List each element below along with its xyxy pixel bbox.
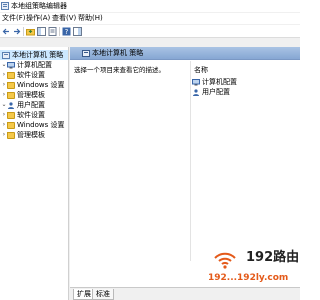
- gpedit-app-icon: [1, 2, 9, 10]
- tree-item-computer-windows[interactable]: › Windows 设置: [0, 80, 68, 90]
- tree-item-computer-admin[interactable]: › 管理模板: [0, 90, 68, 100]
- folder-icon: [7, 112, 15, 119]
- watermark-name: 192路由: [246, 250, 300, 265]
- wifi-signal-icon: [212, 250, 238, 270]
- view-tabs: 扩展 标准: [70, 287, 300, 300]
- menu-file[interactable]: 文件(F): [2, 14, 26, 23]
- details-header-title: 本地计算机 策略: [92, 49, 144, 57]
- gpedit-window: 本地组策略编辑器 文件(F) 操作(A) 查看(V) 帮助(H) ? 本地计算机…: [0, 0, 300, 300]
- folder-icon: [7, 72, 15, 79]
- tree-item-label: 用户配置: [17, 101, 45, 109]
- tree-item-label: 管理模板: [17, 131, 45, 139]
- menu-help[interactable]: 帮助(H): [78, 14, 103, 23]
- user-icon: [7, 102, 15, 109]
- tree-item-user-admin[interactable]: › 管理模板: [0, 130, 68, 140]
- policy-icon: [2, 52, 10, 59]
- column-header-name[interactable]: 名称: [194, 66, 208, 75]
- column-divider: [190, 61, 191, 261]
- console-tree: 本地计算机 策略 ⌄ 计算机配置 › 软件设置 › Windows 设置 › 管…: [0, 47, 69, 300]
- tree-item-label: Windows 设置: [17, 121, 65, 129]
- computer-icon: [192, 79, 200, 86]
- folder-icon: [7, 92, 15, 99]
- computer-icon: [7, 62, 15, 69]
- tree-item-label: 软件设置: [17, 71, 45, 79]
- user-icon: [192, 89, 200, 96]
- tree-item-user-config[interactable]: ⌄ 用户配置: [0, 100, 68, 110]
- toolbar-separator: [23, 27, 24, 36]
- site-watermark: 192路由 192...192ly.com: [208, 248, 300, 286]
- details-header: 本地计算机 策略: [70, 47, 300, 60]
- tree-item-label: Windows 设置: [17, 81, 65, 89]
- item-description: 选择一个项目来查看它的描述。: [74, 66, 165, 74]
- menu-view[interactable]: 查看(V): [52, 14, 76, 23]
- policy-icon: [82, 50, 90, 57]
- properties-icon[interactable]: [48, 27, 57, 36]
- menu-action[interactable]: 操作(A): [26, 14, 50, 23]
- up-folder-icon[interactable]: [26, 27, 35, 36]
- folder-icon: [7, 132, 15, 139]
- back-icon[interactable]: [2, 27, 11, 36]
- tree-item-user-windows[interactable]: › Windows 设置: [0, 120, 68, 130]
- toolbar: ?: [0, 25, 300, 38]
- tree-item-label: 计算机配置: [17, 61, 52, 69]
- menu-bar: 文件(F) 操作(A) 查看(V) 帮助(H): [0, 13, 300, 24]
- tree-item-label: 软件设置: [17, 111, 45, 119]
- tree-item-user-software[interactable]: › 软件设置: [0, 110, 68, 120]
- watermark-url: 192...192ly.com: [208, 273, 289, 283]
- show-hide-tree-icon[interactable]: [37, 27, 46, 36]
- list-item-label: 计算机配置: [202, 78, 237, 86]
- tree-item-computer-software[interactable]: › 软件设置: [0, 70, 68, 80]
- show-hide-action-pane-icon[interactable]: [73, 27, 82, 36]
- tree-item-root[interactable]: 本地计算机 策略: [0, 50, 68, 60]
- tree-item-label: 管理模板: [17, 91, 45, 99]
- tree-item-label: 本地计算机 策略: [12, 51, 64, 59]
- svg-text:?: ?: [65, 28, 69, 36]
- toolbar-separator: [59, 27, 60, 36]
- help-icon[interactable]: ?: [62, 27, 71, 36]
- tab-standard[interactable]: 标准: [92, 289, 114, 300]
- title-bar[interactable]: 本地组策略编辑器: [0, 0, 300, 12]
- list-item-label: 用户配置: [202, 88, 230, 96]
- folder-icon: [7, 82, 15, 89]
- forward-icon[interactable]: [12, 27, 21, 36]
- tree-item-computer-config[interactable]: ⌄ 计算机配置: [0, 60, 68, 70]
- window-title: 本地组策略编辑器: [11, 2, 67, 10]
- folder-icon: [7, 122, 15, 129]
